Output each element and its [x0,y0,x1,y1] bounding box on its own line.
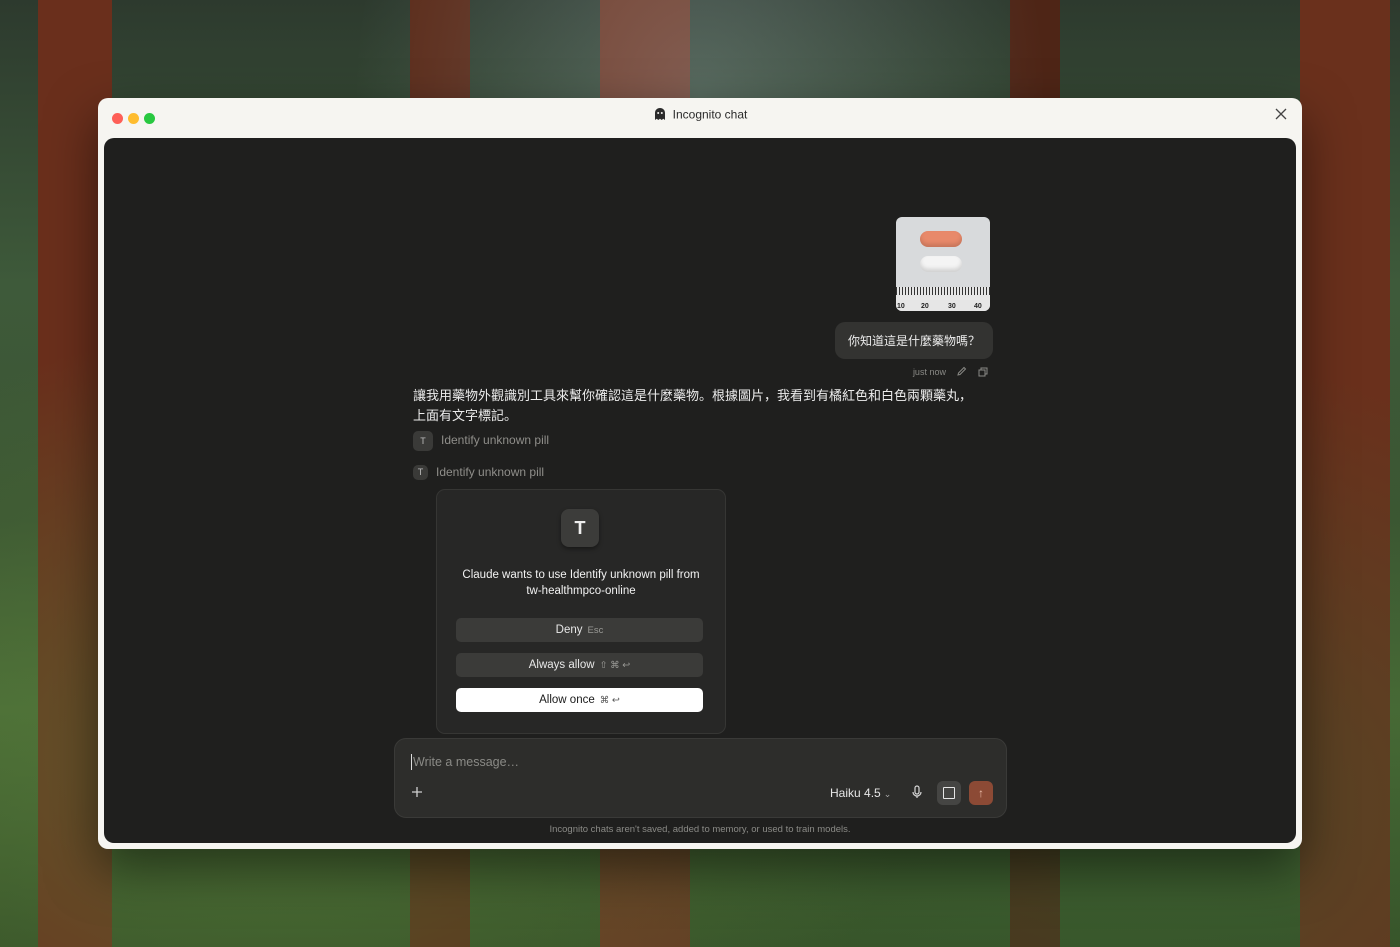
tool-icon: T [561,509,599,547]
microphone-icon[interactable] [909,784,925,800]
title-bar: Incognito chat [98,98,1302,136]
tool-permission-card: T Claude wants to use Identify unknown p… [436,489,726,734]
allow-once-label: Allow once [539,694,595,706]
stop-button[interactable] [937,781,961,805]
edit-icon[interactable] [956,366,967,379]
user-message-bubble: 你知道這是什麼藥物嗎？ [834,322,993,359]
close-icon[interactable] [1272,107,1290,125]
window-title: Incognito chat [672,107,748,122]
ruler-mark: 40 [974,303,982,310]
incognito-disclaimer: Incognito chats aren't saved, added to m… [549,824,851,835]
ruler-mark: 10 [897,303,905,310]
send-button[interactable]: ↑ [969,781,993,805]
allow-once-button[interactable]: Allow once ⌘ ↩ [456,688,703,712]
message-composer: Haiku 4.5⌄ ↑ [394,738,1007,818]
model-name: Haiku 4.5 [830,786,881,800]
tool-call-label: Identify unknown pill [441,433,550,448]
tool-icon: T [413,431,433,451]
deny-button[interactable]: Deny Esc [456,618,703,642]
ghost-icon [653,107,667,124]
arrow-up-icon: ↑ [978,786,984,800]
pill-white [920,256,962,272]
allow-once-shortcut: ⌘ ↩ [599,695,620,706]
message-timestamp: just now [912,366,946,377]
assistant-message: 讓我用藥物外觀識別工具來幫你確認這是什麼藥物。根據圖片，我看到有橘紅色和白色兩顆… [413,388,973,423]
pill-orange [920,231,962,247]
stop-icon [943,787,955,799]
tool-call-row[interactable]: T Identify unknown pill [413,431,549,451]
message-meta: just now [913,366,988,379]
tool-call-label: Identify unknown pill [436,465,545,479]
model-selector[interactable]: Haiku 4.5 ⌄ [830,786,891,800]
deny-shortcut: Esc [587,625,604,636]
tool-icon: T [413,465,428,481]
message-input[interactable] [411,754,975,770]
always-allow-button[interactable]: Always allow ⇧ ⌘ ↩ [456,653,703,677]
chat-area: 10 20 30 40 你知道這是什麼藥物嗎？ just now 讓我用藥物外觀… [104,138,1296,843]
user-image-attachment[interactable]: 10 20 30 40 [896,217,990,311]
deny-label: Deny [555,624,583,636]
add-attachment-button[interactable] [411,783,423,801]
tool-call-row[interactable]: T Identify unknown pill [413,465,544,485]
ruler-mark: 30 [948,303,956,310]
app-window: Incognito chat 10 20 30 40 你知道這是什麼藥物嗎？ j… [98,98,1302,849]
chevron-down-icon: ⌄ [883,789,892,799]
always-allow-label: Always allow [528,659,595,671]
window-title-group: Incognito chat [98,107,1302,124]
ruler-mark: 20 [921,303,929,310]
copy-icon[interactable] [978,367,988,379]
ruler: 10 20 30 40 [896,287,990,311]
always-allow-shortcut: ⇧ ⌘ ↩ [599,660,631,671]
permission-message: Claude wants to use Identify unknown pil… [462,569,700,597]
